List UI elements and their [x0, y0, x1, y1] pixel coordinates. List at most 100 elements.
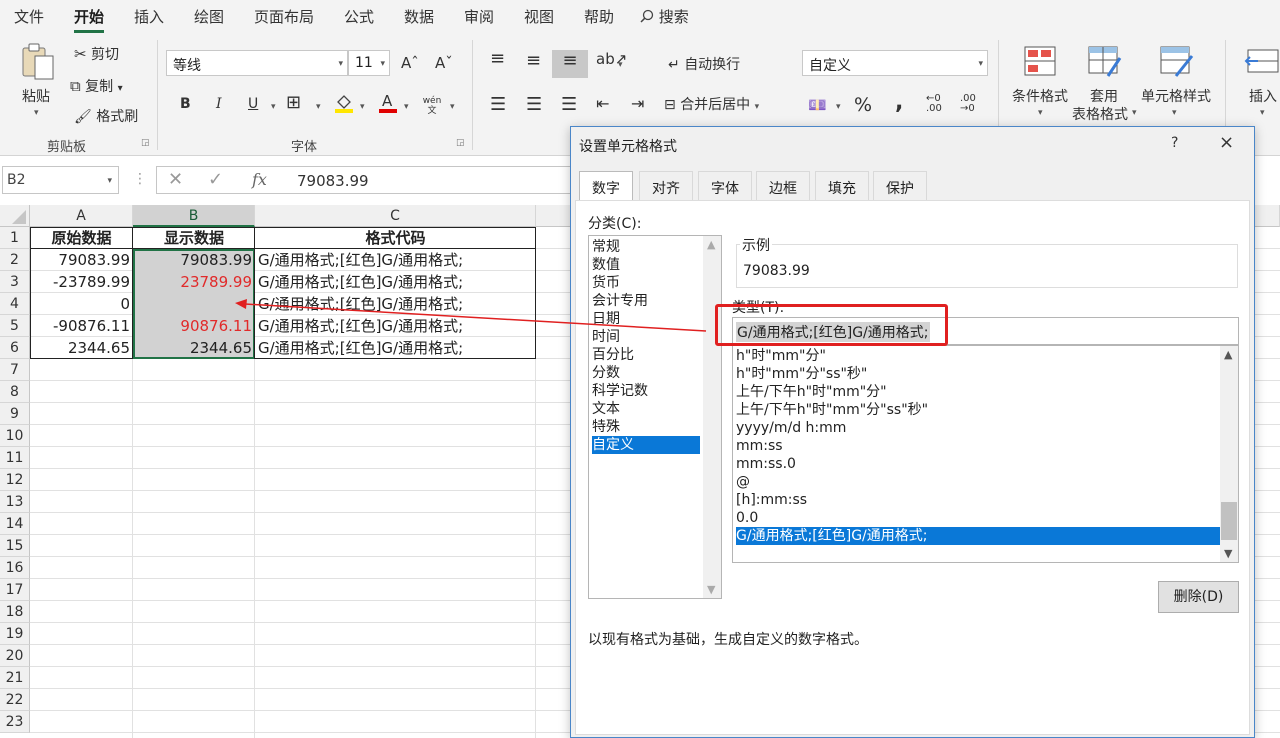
row-header[interactable]: 14	[0, 513, 30, 535]
tab-page-layout[interactable]: 页面布局	[254, 6, 314, 27]
row-header[interactable]: 20	[0, 645, 30, 667]
align-middle-icon[interactable]: ≡	[526, 50, 541, 71]
cell-a5[interactable]: -90876.11	[30, 315, 133, 337]
format-as-table-dropdown-arrow[interactable]: ▾	[1132, 108, 1137, 118]
format-as-table-button[interactable]: 套用	[1090, 86, 1118, 106]
scroll-down-icon[interactable]: ▼	[707, 583, 715, 596]
scroll-up-icon[interactable]: ▲	[707, 238, 715, 251]
orientation-dropdown-arrow[interactable]: ▾	[618, 60, 623, 70]
copy-button[interactable]: ⧉ 复制 ▾	[70, 76, 123, 96]
row-header[interactable]: 5	[0, 315, 30, 337]
row-header[interactable]: 22	[0, 689, 30, 711]
increase-indent-icon[interactable]: ⇥	[631, 94, 644, 113]
cancel-icon[interactable]: ✕	[168, 169, 183, 190]
dialog-tab-fill[interactable]: 填充	[815, 171, 869, 201]
cell-a6[interactable]: 2344.65	[30, 337, 133, 359]
format-code-item[interactable]: @	[736, 473, 1220, 491]
row-header[interactable]: 18	[0, 601, 30, 623]
cell-styles-dropdown-arrow[interactable]: ▾	[1172, 108, 1177, 118]
phonetic-icon[interactable]: wén文	[421, 96, 443, 116]
cell-a3[interactable]: -23789.99	[30, 271, 133, 293]
cell-b6[interactable]: 2344.65	[133, 337, 255, 359]
cell-c6[interactable]: G/通用格式;[红色]G/通用格式;	[255, 337, 536, 359]
insert-function-icon[interactable]: fx	[252, 170, 267, 189]
insert-cells-button[interactable]: 插入	[1249, 86, 1277, 106]
category-item[interactable]: 科学记数	[592, 382, 700, 400]
cell-styles-button[interactable]: 单元格样式	[1141, 86, 1211, 106]
row-header[interactable]: 13	[0, 491, 30, 513]
column-header-b[interactable]: B	[133, 205, 255, 227]
fill-color-icon[interactable]	[334, 92, 354, 118]
category-item[interactable]: 特殊	[592, 418, 700, 436]
number-format-select[interactable]: 自定义 ▾	[802, 50, 988, 76]
row-header[interactable]: 9	[0, 403, 30, 425]
increase-font-icon[interactable]: Aˆ	[401, 54, 419, 72]
align-top-icon[interactable]: ≡	[490, 48, 505, 69]
row-header[interactable]: 17	[0, 579, 30, 601]
row-header[interactable]: 21	[0, 667, 30, 689]
delete-button[interactable]: 删除(D)	[1158, 581, 1239, 613]
category-item[interactable]: 时间	[592, 328, 700, 346]
cell-c3[interactable]: G/通用格式;[红色]G/通用格式;	[255, 271, 536, 293]
category-item[interactable]: 文本	[592, 400, 700, 418]
dialog-tab-protection[interactable]: 保护	[873, 171, 927, 201]
align-center-icon[interactable]: ☰	[526, 94, 542, 115]
clipboard-launcher-icon[interactable]: ◲	[141, 138, 150, 148]
increase-decimal-icon[interactable]: ←0.00	[926, 94, 942, 114]
column-header-c[interactable]: C	[255, 205, 536, 227]
confirm-icon[interactable]: ✓	[208, 169, 223, 190]
italic-button[interactable]: I	[216, 96, 222, 112]
cell-c5[interactable]: G/通用格式;[红色]G/通用格式;	[255, 315, 536, 337]
merge-center-button[interactable]: ⊟ 合并后居中 ▾	[664, 94, 759, 114]
scroll-down-icon[interactable]: ▼	[1224, 547, 1232, 560]
tab-file[interactable]: 文件	[14, 6, 44, 27]
cell-b3[interactable]: 23789.99	[133, 271, 255, 293]
tab-view[interactable]: 视图	[524, 6, 554, 27]
cell-b5[interactable]: 90876.11	[133, 315, 255, 337]
category-item[interactable]: 数值	[592, 256, 700, 274]
row-header[interactable]: 19	[0, 623, 30, 645]
category-item[interactable]: 常规	[592, 238, 700, 256]
format-code-scrollbar[interactable]: ▲ ▼	[1220, 346, 1238, 562]
cell-c2[interactable]: G/通用格式;[红色]G/通用格式;	[255, 249, 536, 271]
row-header[interactable]: 15	[0, 535, 30, 557]
bold-button[interactable]: B	[180, 96, 191, 112]
format-code-item[interactable]: [h]:mm:ss	[736, 491, 1220, 509]
category-list[interactable]: 常规 数值 货币 会计专用 日期 时间 百分比 分数 科学记数 文本 特殊 自定义 ▲ ▼	[588, 235, 722, 599]
font-name-select[interactable]: 等线 ▾	[166, 50, 348, 76]
font-launcher-icon[interactable]: ◲	[456, 138, 465, 148]
row-header[interactable]: 10	[0, 425, 30, 447]
percent-button[interactable]: %	[854, 94, 872, 116]
tab-formulas[interactable]: 公式	[344, 6, 374, 27]
format-code-item[interactable]: mm:ss.0	[736, 455, 1220, 473]
format-painter-button[interactable]: 🖌 格式刷	[74, 106, 138, 126]
decrease-indent-icon[interactable]: ⇤	[596, 94, 609, 113]
phonetic-dropdown-arrow[interactable]: ▾	[450, 102, 455, 112]
format-code-item[interactable]: h"时"mm"分"ss"秒"	[736, 365, 1220, 383]
accounting-format-icon[interactable]: 💷	[808, 96, 827, 114]
category-item[interactable]: 自定义	[592, 436, 700, 454]
row-header[interactable]: 12	[0, 469, 30, 491]
decrease-decimal-icon[interactable]: .00 →0	[960, 94, 976, 114]
tab-data[interactable]: 数据	[404, 6, 434, 27]
copy-dropdown-arrow[interactable]: ▾	[118, 83, 123, 94]
tab-help[interactable]: 帮助	[584, 6, 614, 27]
category-item[interactable]: 货币	[592, 274, 700, 292]
scroll-up-icon[interactable]: ▲	[1224, 348, 1232, 361]
fill-color-dropdown-arrow[interactable]: ▾	[360, 102, 365, 112]
type-input[interactable]: G/通用格式;[红色]G/通用格式;	[732, 317, 1239, 345]
paste-dropdown-arrow[interactable]: ▾	[34, 108, 39, 118]
paste-button[interactable]: 粘贴	[22, 86, 50, 106]
conditional-format-button[interactable]: 条件格式	[1012, 86, 1068, 106]
merge-dropdown-arrow[interactable]: ▾	[755, 102, 760, 112]
cell-a1[interactable]: 原始数据	[30, 227, 133, 249]
underline-dropdown-arrow[interactable]: ▾	[271, 102, 276, 112]
tab-insert[interactable]: 插入	[134, 6, 164, 27]
align-right-icon[interactable]: ☰	[561, 94, 577, 115]
cell-a4[interactable]: 0	[30, 293, 133, 315]
dialog-tab-border[interactable]: 边框	[756, 171, 810, 201]
row-header[interactable]: 11	[0, 447, 30, 469]
conditional-format-dropdown-arrow[interactable]: ▾	[1038, 108, 1043, 118]
decrease-font-icon[interactable]: Aˇ	[435, 54, 453, 72]
row-header[interactable]: 16	[0, 557, 30, 579]
